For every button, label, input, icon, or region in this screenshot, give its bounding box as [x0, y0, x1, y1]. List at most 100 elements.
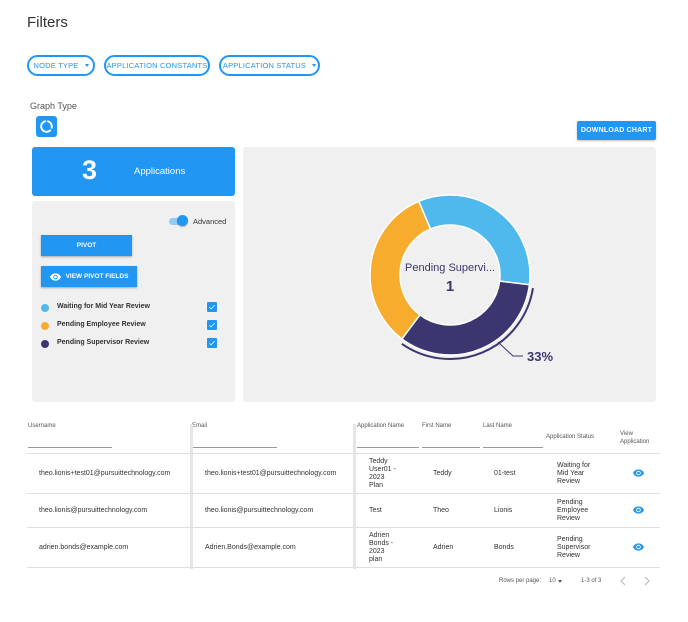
cell-first-name: Adrien — [433, 544, 454, 551]
rows-per-page-value: 10 — [549, 578, 556, 584]
legend-checkbox[interactable] — [207, 320, 217, 330]
legend-label: Pending Supervisor Review — [57, 339, 150, 346]
cell-application-status: Pending Employee Review — [557, 499, 588, 523]
header-username: Username — [28, 423, 56, 429]
previous-page-icon[interactable] — [619, 576, 627, 586]
header-email: Email — [192, 423, 208, 429]
check-icon — [209, 340, 215, 346]
download-chart-button[interactable]: DOWNLOAD CHART — [577, 121, 656, 140]
cell-line: 2023 — [369, 548, 385, 555]
view-application-eye-icon[interactable] — [633, 506, 644, 514]
cell-line: plan — [369, 556, 383, 563]
cell-username: theo.lionis@pursuittechnology.com — [39, 507, 148, 514]
pivot-label: PIVOT — [76, 242, 97, 249]
graph-type-label: Graph Type — [30, 101, 77, 111]
chart-callout-percent: 33% — [527, 349, 553, 364]
chart-center-value: 1 — [446, 278, 454, 295]
cell-application-name: Test — [369, 507, 382, 515]
cell-application-status: Pending Supervisor Review — [557, 536, 590, 560]
view-pivot-fields-button[interactable]: VIEW PIVOT FIELDS — [41, 266, 137, 287]
advanced-label: Advanced — [193, 217, 227, 226]
legend-dot — [41, 322, 49, 330]
legend-checkbox[interactable] — [207, 302, 217, 312]
filter-node-type-button[interactable]: NODE TYPE — [27, 55, 95, 76]
callout-line — [497, 341, 523, 357]
row-divider — [27, 527, 660, 528]
header-last-name: Last Name — [483, 423, 513, 429]
graph-type-button[interactable] — [36, 116, 57, 137]
filter-label: APPLICATION CONSTANTS — [106, 61, 208, 70]
header-view-application: View Application — [620, 431, 650, 445]
cell-line: User01 - — [369, 466, 396, 473]
cell-username: theo.lionis+test01@pursuittechnology.com — [39, 470, 171, 477]
cell-line: Plan — [369, 482, 384, 489]
next-page-icon[interactable] — [643, 576, 651, 586]
check-icon — [209, 304, 215, 310]
cell-last-name: 01-test — [494, 470, 516, 477]
cell-line: Mid Year — [557, 470, 585, 477]
filter-label: APPLICATION STATUS — [222, 61, 307, 70]
donut-chart-icon — [40, 120, 53, 133]
page-title: Filters — [27, 14, 68, 31]
check-icon — [209, 322, 215, 328]
cell-username: adrien.bonds@example.com — [39, 544, 129, 551]
filter-line-last-name[interactable] — [483, 447, 543, 448]
eye-icon — [49, 272, 61, 281]
cell-line: Supervisor — [557, 544, 591, 551]
filter-line-email[interactable] — [193, 447, 277, 448]
chart-panel: Pending Supervi... 1 33% — [243, 147, 656, 402]
filter-line-username[interactable] — [28, 447, 112, 448]
row-divider — [27, 453, 660, 454]
legend-checkbox[interactable] — [207, 338, 217, 348]
rows-per-page-label: Rows per page: — [499, 578, 542, 584]
cell-email: theo.lionis+test01@pursuittechnology.com — [205, 470, 337, 477]
view-pivot-label: VIEW PIVOT FIELDS — [65, 273, 129, 280]
cell-application-name: Teddy User01 - 2023 Plan — [369, 458, 396, 490]
cell-line: Test — [369, 507, 382, 514]
donut-chart: Pending Supervi... 1 33% — [369, 194, 553, 364]
cell-email: Adrien.Bonds@example.com — [205, 544, 296, 551]
chevron-down-icon — [557, 579, 562, 583]
view-application-eye-icon[interactable] — [633, 469, 644, 477]
chart-center-label: Pending Supervi... — [405, 262, 495, 274]
cell-last-name: Bonds — [494, 544, 514, 551]
legend-dot — [41, 304, 49, 312]
legend-item-waiting: Waiting for Mid Year Review — [41, 302, 221, 314]
row-divider — [27, 567, 660, 568]
cell-line: Review — [557, 515, 580, 522]
header-application-status: Application Status — [546, 434, 595, 440]
pivot-button[interactable]: PIVOT — [41, 235, 132, 256]
cell-line: Pending — [557, 536, 583, 543]
rows-per-page-select[interactable]: 10 — [549, 578, 562, 584]
pagination-range: 1-3 of 3 — [581, 578, 602, 584]
cell-line: Bonds - — [369, 540, 394, 547]
legend-label: Waiting for Mid Year Review — [57, 303, 150, 310]
legend-dot — [41, 340, 49, 348]
column-separator — [190, 424, 193, 569]
view-application-eye-icon[interactable] — [633, 543, 644, 551]
toggle-thumb — [177, 215, 188, 226]
filter-application-constants-button[interactable]: APPLICATION CONSTANTS — [104, 55, 210, 76]
filter-application-status-button[interactable]: APPLICATION STATUS — [219, 55, 320, 76]
cell-line: Review — [557, 478, 580, 485]
cell-line: Waiting for — [557, 462, 591, 469]
filter-line-first-name[interactable] — [422, 447, 480, 448]
applications-count: 3 — [82, 155, 98, 185]
header-application-name: Application Name — [357, 423, 405, 429]
chart-controls-panel: Advanced PIVOT VIEW PIVOT FIELDS Waiting… — [32, 201, 235, 402]
cell-line: Adrien — [369, 532, 390, 539]
cell-line: Employee — [557, 507, 589, 514]
cell-email: theo.lionis@pursuittechnology.com — [205, 507, 314, 514]
cell-line: Teddy — [369, 458, 388, 465]
cell-first-name: Teddy — [433, 470, 452, 477]
legend-item-pending-employee: Pending Employee Review — [41, 320, 221, 332]
cell-line: 2023 — [369, 474, 385, 481]
cell-line: Review — [557, 552, 580, 559]
header-first-name: First Name — [422, 423, 452, 429]
cell-line: Pending — [557, 499, 583, 506]
filter-line-application-name[interactable] — [357, 447, 419, 448]
filter-label: NODE TYPE — [33, 61, 79, 70]
legend-label: Pending Employee Review — [57, 321, 146, 328]
legend-item-pending-supervisor: Pending Supervisor Review — [41, 338, 221, 350]
donut-slice-pending-supervisor-review[interactable] — [400, 280, 531, 356]
